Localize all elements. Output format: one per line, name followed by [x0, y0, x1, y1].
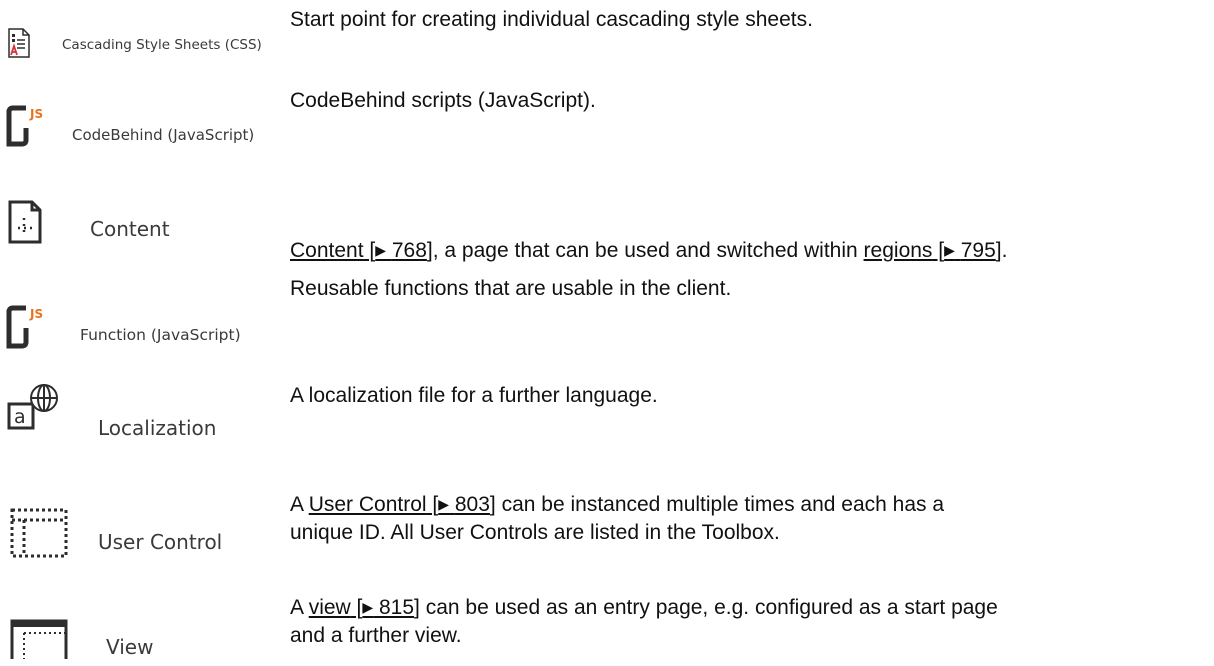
- item-description: Reusable functions that are usable in th…: [290, 277, 732, 300]
- content-link[interactable]: Content [▶ 768]: [290, 239, 433, 262]
- item-label: Function (JavaScript): [80, 326, 241, 344]
- item-description: Start point for creating individual casc…: [290, 8, 813, 31]
- content-page-icon: [8, 200, 42, 249]
- svg-text:JS: JS: [29, 107, 43, 121]
- item-description: A User Control [▶ 803] can be instanced …: [290, 493, 945, 544]
- user-control-link[interactable]: User Control [▶ 803]: [309, 493, 496, 516]
- item-label: View: [106, 635, 154, 659]
- js-function-icon: JS: [6, 302, 48, 359]
- list-item-function: JS Function (JavaScript) Reusable functi…: [0, 260, 1214, 370]
- list-item-view: View A view [▶ 815] can be used as an en…: [0, 565, 1214, 666]
- view-page-icon: [10, 619, 70, 664]
- localization-globe-icon: a: [6, 378, 72, 437]
- svg-text:JS: JS: [29, 307, 43, 321]
- item-label: Content: [90, 217, 170, 241]
- list-item-localization: a Localization A localization file for a…: [0, 370, 1214, 460]
- item-label: CodeBehind (JavaScript): [72, 126, 255, 144]
- list-item-content: Content Content [▶ 768], a page that can…: [0, 160, 1214, 262]
- item-description: CodeBehind scripts (JavaScript).: [290, 89, 596, 112]
- css-file-icon: [8, 28, 30, 63]
- svg-text:a: a: [14, 406, 26, 428]
- user-control-icon: [10, 508, 70, 565]
- js-codebehind-icon: JS: [6, 102, 48, 157]
- item-label: User Control: [98, 530, 223, 554]
- item-label: Cascading Style Sheets (CSS): [62, 37, 262, 53]
- regions-link[interactable]: regions [▶ 795]: [864, 239, 1002, 262]
- list-item-codebehind: JS CodeBehind (JavaScript) CodeBehind sc…: [0, 80, 1214, 160]
- item-label: Localization: [98, 416, 217, 440]
- list-item-css: Cascading Style Sheets (CSS) Start point…: [0, 0, 1214, 80]
- view-link[interactable]: view [▶ 815]: [309, 596, 420, 619]
- list-item-user-control: User Control A User Control [▶ 803] can …: [0, 460, 1214, 565]
- item-description: A localization file for a further langua…: [290, 384, 658, 407]
- item-description: A view [▶ 815] can be used as an entry p…: [290, 596, 998, 647]
